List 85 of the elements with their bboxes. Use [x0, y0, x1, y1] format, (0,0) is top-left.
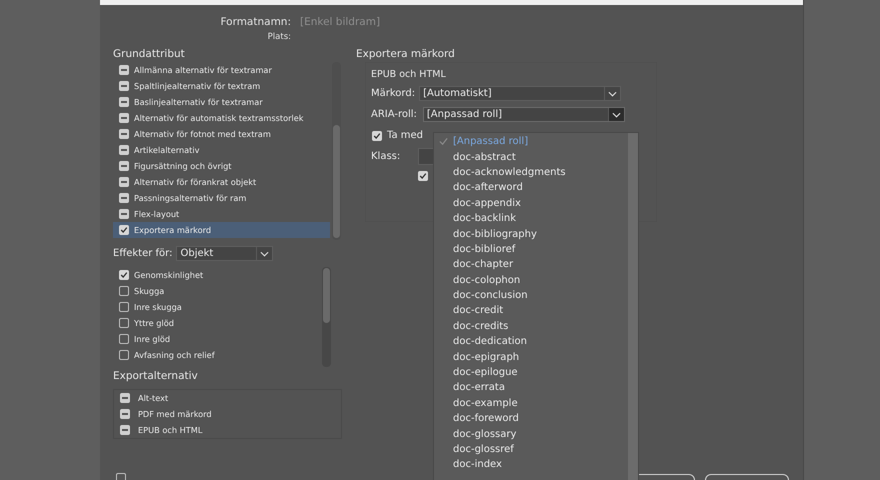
checkbox-label: Genomskinlighet: [134, 270, 204, 280]
checkbox-label: Inre glöd: [134, 334, 170, 344]
scrollbar-thumb[interactable]: [628, 133, 638, 480]
checkbox-label: Ta med: [387, 130, 424, 141]
section-title: Exportalternativ: [113, 370, 199, 384]
menu-item[interactable]: doc-credit: [434, 303, 628, 319]
dash-icon[interactable]: [120, 409, 130, 419]
menu-item[interactable]: doc-dedication: [434, 334, 628, 350]
menu-item[interactable]: doc-colophon: [434, 272, 628, 288]
aria-role-dropdown[interactable]: [Anpassad roll]: [422, 107, 625, 122]
field-label: Effekter för:: [113, 248, 172, 259]
menu-item[interactable]: doc-acknowledgments: [434, 164, 628, 180]
checkmark-icon: [439, 137, 448, 146]
section-title: Grundattribut: [113, 48, 186, 62]
dash-icon[interactable]: [119, 97, 129, 107]
checkbox[interactable]: [119, 350, 129, 360]
section-subtitle: EPUB och HTML: [371, 69, 447, 80]
menu-item[interactable]: doc-afterword: [434, 180, 628, 196]
scrollbar-thumb[interactable]: [333, 125, 340, 238]
list-item[interactable]: EPUB och HTML: [114, 422, 341, 438]
checkbox[interactable]: [119, 225, 129, 235]
dash-icon[interactable]: [119, 209, 129, 219]
dash-icon[interactable]: [119, 145, 129, 155]
menu-item[interactable]: doc-credits: [434, 318, 628, 334]
caret-icon: [608, 90, 618, 96]
checkbox[interactable]: [119, 334, 129, 344]
checkbox[interactable]: [418, 171, 428, 181]
tag-dropdown[interactable]: [Automatiskt]: [419, 86, 622, 101]
menu-item[interactable]: doc-example: [434, 396, 628, 412]
list-item[interactable]: Spaltlinjealternativ för textram: [113, 78, 330, 94]
list-item[interactable]: Alternativ för automatisk textramsstorlek: [113, 110, 330, 126]
caret-icon: [260, 250, 270, 256]
dash-icon[interactable]: [119, 177, 129, 187]
effects-dropdown[interactable]: Objekt: [176, 246, 274, 261]
dash-icon[interactable]: [119, 81, 129, 91]
menu-item[interactable]: doc-bibliography: [434, 226, 628, 242]
field-label: Formatnamn:: [219, 16, 291, 28]
list-item[interactable]: Flex-layout: [113, 206, 330, 222]
field-label: Plats:: [266, 32, 291, 42]
list-item[interactable]: Baslinjealternativ för textramar: [113, 94, 330, 110]
list-item[interactable]: Allmänna alternativ för textramar: [113, 62, 330, 78]
field-label: ARIA-roll:: [371, 109, 417, 120]
list-item[interactable]: Exportera märkord: [113, 222, 330, 238]
menu-item[interactable]: doc-biblioref: [434, 242, 628, 258]
menu-item[interactable]: doc-chapter: [434, 257, 628, 273]
scrollbar-thumb[interactable]: [323, 268, 330, 323]
menu-item[interactable]: doc-epilogue: [434, 364, 628, 380]
dash-icon[interactable]: [119, 129, 129, 139]
checkbox[interactable]: [372, 130, 382, 140]
menu-item[interactable]: doc-errata: [434, 380, 628, 396]
menu-item[interactable]: doc-conclusion: [434, 288, 628, 304]
dash-icon[interactable]: [119, 65, 129, 75]
menu-item[interactable]: doc-backlink: [434, 210, 628, 226]
checkbox-label: Avfasning och relief: [134, 350, 215, 360]
list-item[interactable]: Alternativ för förankrat objekt: [113, 174, 330, 190]
menu-item[interactable]: doc-appendix: [434, 196, 628, 211]
checkbox-label: Skugga: [134, 286, 164, 296]
checkbox[interactable]: [119, 318, 129, 328]
menu-item[interactable]: doc-foreword: [434, 411, 628, 426]
dash-icon[interactable]: [120, 425, 130, 435]
menu-item[interactable]: doc-glossary: [434, 426, 628, 442]
menu-item[interactable]: doc-glossref: [434, 442, 628, 458]
checkbox[interactable]: [119, 286, 129, 296]
list-item[interactable]: PDF med märkord: [114, 406, 341, 422]
checkbox[interactable]: [116, 473, 126, 480]
list-item[interactable]: Alternativ för fotnot med textram: [113, 126, 330, 142]
section-title: Exportera märkord: [356, 48, 456, 62]
dash-icon[interactable]: [120, 393, 130, 403]
checkbox[interactable]: [119, 270, 129, 280]
checkbox-label: Inre skugga: [134, 302, 182, 312]
dash-icon[interactable]: [119, 161, 129, 171]
checkbox[interactable]: [119, 302, 129, 312]
list-item[interactable]: Figursättning och övrigt: [113, 158, 330, 174]
checkbox-label: Yttre glöd: [134, 318, 174, 328]
field-label: Klass:: [371, 151, 400, 162]
caret-icon: [612, 112, 621, 118]
menu-item[interactable]: doc-epigraph: [434, 349, 628, 365]
list-item[interactable]: Artikelalternativ: [113, 142, 330, 158]
dash-icon[interactable]: [119, 113, 129, 123]
list-item[interactable]: Passningsalternativ för ram: [113, 190, 330, 206]
menu-item[interactable]: doc-abstract: [434, 149, 628, 165]
dash-icon[interactable]: [119, 193, 129, 203]
field-label: Märkord:: [371, 88, 416, 99]
list-item[interactable]: Alt-text: [114, 390, 341, 406]
menu-item[interactable]: doc-index: [434, 457, 628, 473]
